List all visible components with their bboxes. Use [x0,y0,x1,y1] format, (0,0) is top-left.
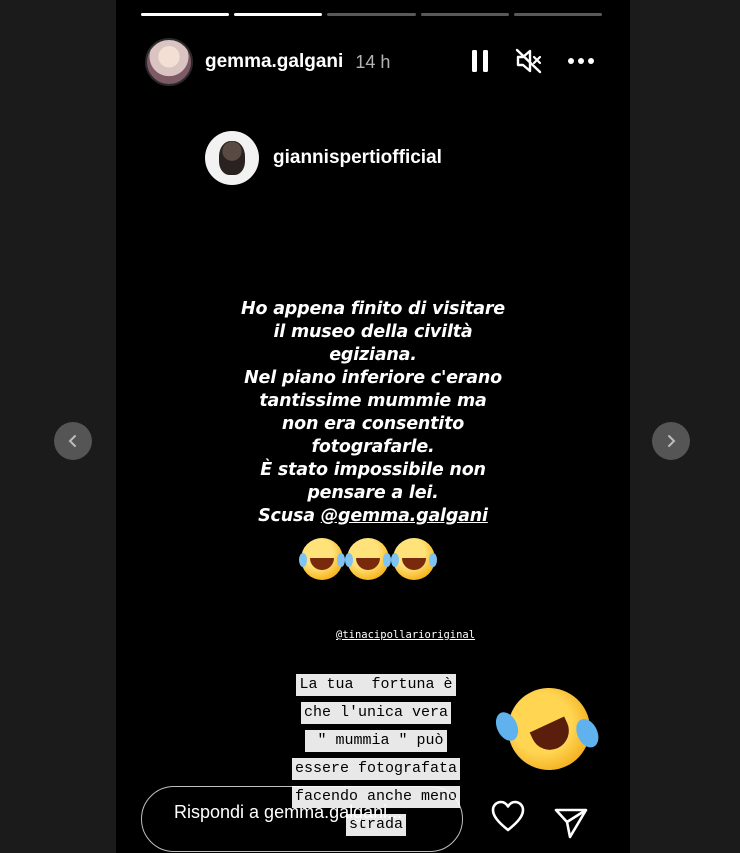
mention-link[interactable]: @gemma.galgani [321,506,488,526]
progress-segment [141,13,230,16]
progress-segment [513,13,603,16]
caption-line: Scusa @gemma.galgani [258,506,488,526]
caption-line: pensare a lei. [307,483,439,503]
caption-line: fotografarle. [311,437,435,457]
previous-story-button[interactable] [54,422,92,460]
story-progress-bar [141,13,603,17]
story-timestamp: 14 h [355,51,391,72]
rolling-laughing-emoji-icon [494,674,604,784]
overlay-line: essere fotografata [291,758,461,780]
caption-line: egiziana. [329,345,417,365]
send-icon[interactable] [553,806,589,840]
progress-segment [327,13,416,16]
reposted-username: giannispertiofficial [273,147,442,168]
caption-line: non era consentito [281,414,465,434]
mute-icon[interactable] [515,48,543,74]
story-header: gemma.galgani 14 h [145,36,605,88]
reposted-avatar [205,131,259,185]
next-story-button[interactable] [652,422,690,460]
story-caption: Ho appena finito di visitare il museo del… [188,298,558,528]
laughing-emojis [299,538,435,580]
overlay-line: " mummia " può [305,730,447,752]
overlay-line: che l'unica vera [300,702,452,724]
caption-line: È stato impossibile non [260,460,486,480]
story-viewer: gemma.galgani 14 h giannispertiofficial … [116,0,630,853]
tears-of-joy-emoji-icon [391,538,435,580]
more-icon[interactable] [567,48,595,74]
caption-line: Nel piano inferiore c'erano [244,368,502,388]
mention-tag[interactable]: @tinacipollarioriginal [336,629,475,641]
overlay-line: La tua fortuna è [296,674,456,696]
reply-input[interactable]: Rispondi a gemma.galgani... [141,786,463,852]
pause-icon[interactable] [469,48,491,74]
caption-line: Ho appena finito di visitare [241,299,505,319]
caption-line: tantissime mummie ma [259,391,487,411]
chevron-left-icon [68,435,76,447]
progress-segment [420,13,509,16]
progress-segment [234,13,323,16]
chevron-right-icon [668,435,676,447]
tears-of-joy-emoji-icon [345,538,389,580]
heart-icon[interactable] [490,799,526,833]
tears-of-joy-emoji-icon [299,538,343,580]
caption-line: il museo della civiltà [273,322,473,342]
avatar[interactable] [145,38,193,86]
story-username[interactable]: gemma.galgani [205,51,343,73]
reposted-account[interactable]: giannispertiofficial [205,131,442,185]
